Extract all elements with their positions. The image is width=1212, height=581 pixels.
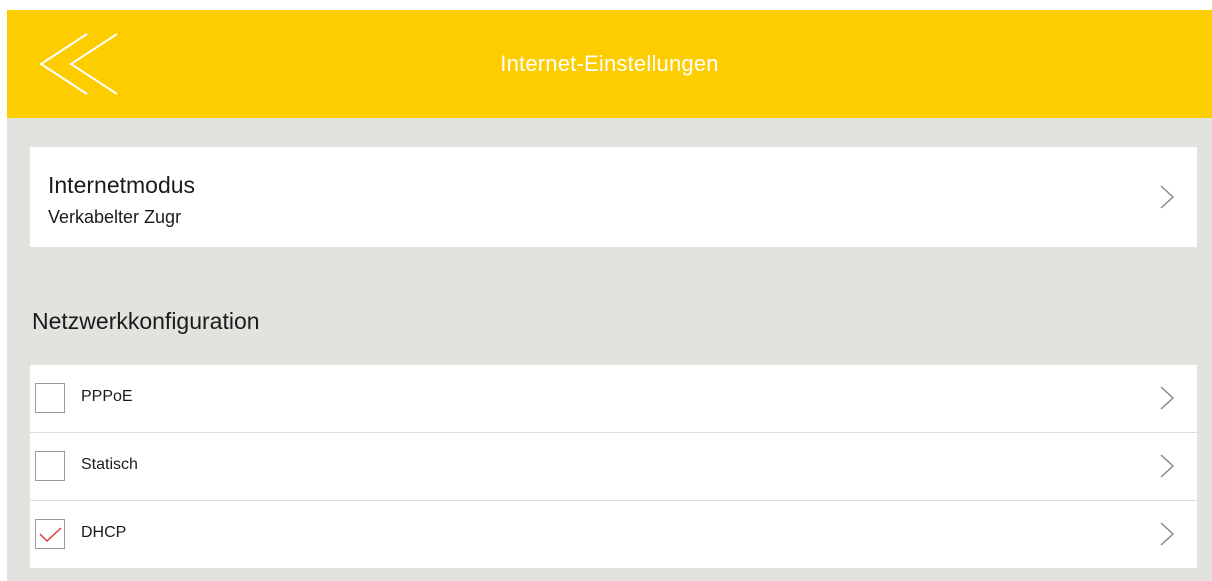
- list-item-label: PPPoE: [81, 388, 133, 405]
- list-item-label: Statisch: [81, 456, 138, 473]
- internet-mode-value: Verkabelter Zugr: [48, 207, 182, 227]
- page-title: Internet-Einstellungen: [500, 51, 719, 76]
- back-button[interactable]: [35, 32, 125, 96]
- double-chevron-left-icon: [39, 33, 118, 95]
- chevron-right-icon: [1159, 385, 1175, 411]
- checkbox-static[interactable]: [35, 451, 65, 481]
- checkmark-icon: [39, 527, 62, 543]
- network-config-list: PPPoE Statisch DHCP: [30, 365, 1197, 568]
- header-bar: Internet-Einstellungen: [7, 10, 1212, 118]
- internet-mode-card[interactable]: Internetmodus Verkabelter Zugr: [30, 147, 1197, 247]
- list-item-label: DHCP: [81, 524, 127, 541]
- section-title-network-config: Netzwerkkonfiguration: [32, 308, 260, 334]
- checkbox-dhcp[interactable]: [35, 519, 65, 549]
- chevron-right-icon: [1159, 521, 1175, 547]
- chevron-right-icon: [1159, 184, 1175, 210]
- chevron-right-icon: [1159, 453, 1175, 479]
- checkbox-pppoe[interactable]: [35, 383, 65, 413]
- app-screen: Internet-Einstellungen Internetmodus Ver…: [7, 10, 1212, 581]
- internet-mode-title: Internetmodus: [48, 172, 196, 198]
- list-item-pppoe[interactable]: PPPoE: [30, 365, 1197, 432]
- list-item-static[interactable]: Statisch: [30, 432, 1197, 500]
- list-item-dhcp[interactable]: DHCP: [30, 500, 1197, 568]
